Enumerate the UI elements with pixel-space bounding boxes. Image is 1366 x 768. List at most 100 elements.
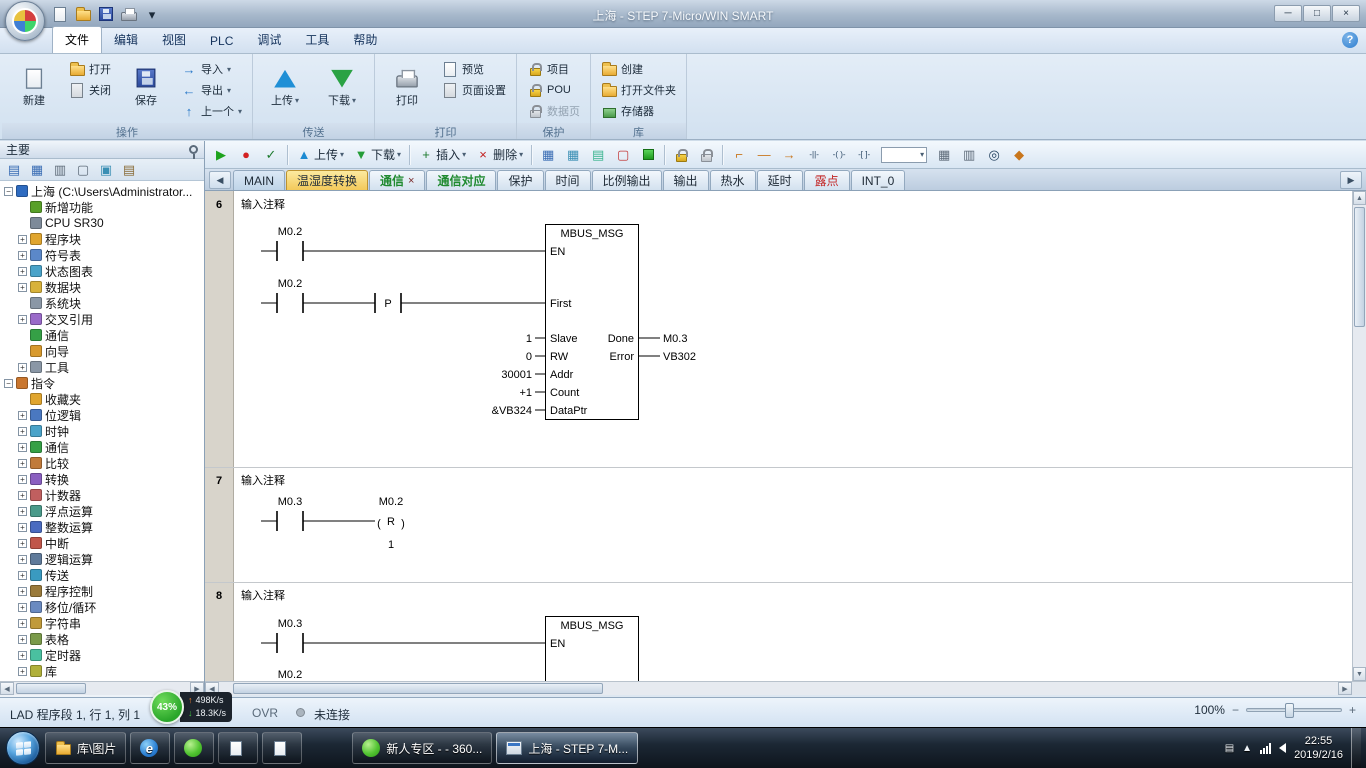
zoom-in-button[interactable]: + [1349, 703, 1356, 717]
tree-item-clock[interactable]: +时钟 [0, 423, 204, 439]
restore-button[interactable]: □ [1303, 5, 1331, 22]
horizontal-scrollbar[interactable]: ◀ ▶ [205, 681, 1366, 695]
tab-comm-mapping[interactable]: 通信对应 [426, 170, 496, 190]
pin-icon[interactable] [189, 145, 198, 154]
step7-window-button[interactable]: 上海 - STEP 7-M... [496, 732, 638, 764]
new-button[interactable]: 新建 [7, 57, 61, 121]
expand-expander-icon[interactable]: + [18, 475, 27, 484]
volume-icon[interactable] [1279, 743, 1286, 753]
nav-view-4-button[interactable]: ▢ [73, 161, 93, 179]
expand-expander-icon[interactable]: + [18, 491, 27, 500]
status-chart-window-button[interactable]: ▤ [586, 145, 610, 165]
tab-hot-water[interactable]: 热水 [710, 170, 756, 190]
vertical-scrollbar[interactable]: ▲ ▼ [1352, 191, 1366, 681]
expand-expander-icon[interactable]: + [18, 443, 27, 452]
expand-expander-icon[interactable]: + [18, 427, 27, 436]
preview-button[interactable]: 预览 [437, 59, 511, 79]
document-2-button[interactable] [262, 732, 302, 764]
delete-button[interactable]: ×删除▾ [471, 144, 527, 165]
expand-expander-icon[interactable]: + [18, 571, 27, 580]
open-library-folder-button[interactable]: 打开文件夹 [596, 80, 681, 100]
nav-view-5-button[interactable]: ▣ [96, 161, 116, 179]
save-button[interactable]: 保存 [119, 57, 173, 121]
clock[interactable]: 22:55 2019/2/16 [1294, 734, 1343, 762]
wire-across-button[interactable]: — [752, 145, 776, 165]
nav-view-3-button[interactable]: ▥ [50, 161, 70, 179]
expand-expander-icon[interactable]: + [18, 411, 27, 420]
download-button[interactable]: 下载▾ [315, 57, 369, 121]
menu-view[interactable]: 视图 [150, 27, 198, 53]
chart-view-button[interactable]: ▥ [957, 145, 981, 165]
project-lock-button[interactable] [669, 145, 693, 165]
tree-scrollbar-thumb[interactable] [16, 683, 86, 694]
scroll-down-icon[interactable]: ▼ [1353, 667, 1366, 681]
hidden-icons-chevron[interactable]: ▲ [1242, 743, 1252, 754]
tree-item-project-root[interactable]: −上海 (C:\Users\Administrator... [0, 183, 204, 199]
tab-time[interactable]: 时间 [545, 170, 591, 190]
contact-m0-3[interactable]: M0.3 [261, 618, 545, 653]
insert-coil-button[interactable]: -( )- [827, 145, 851, 165]
internet-explorer-button[interactable] [130, 732, 170, 764]
expand-expander-icon[interactable]: + [18, 267, 27, 276]
insert-box-button[interactable]: -[ ]- [852, 145, 876, 165]
app-logo[interactable] [5, 1, 45, 41]
collapse-expander-icon[interactable]: − [4, 379, 13, 388]
tree-item-symbol-table[interactable]: +符号表 [0, 247, 204, 263]
export-button[interactable]: ←导出▾ [176, 80, 247, 100]
network-icon[interactable] [1260, 743, 1271, 754]
expand-expander-icon[interactable]: + [18, 507, 27, 516]
tree-item-interrupt[interactable]: +中断 [0, 535, 204, 551]
wire-right-button[interactable]: → [777, 145, 801, 165]
tab-scroll-right-button[interactable]: ▶ [1340, 171, 1362, 189]
tab-communication[interactable]: 通信× [369, 170, 425, 190]
contact-m0-3[interactable]: M0.3 [261, 496, 375, 531]
tree-item-table-ops[interactable]: +表格 [0, 631, 204, 647]
expand-expander-icon[interactable]: + [18, 459, 27, 468]
tree-item-shift-rotate[interactable]: +移位/循环 [0, 599, 204, 615]
nav-view-6-button[interactable]: ▤ [119, 161, 139, 179]
create-library-button[interactable]: 创建 [596, 59, 681, 79]
protect-data-page-button[interactable]: 数据页 [522, 101, 585, 121]
tree-item-move[interactable]: +传送 [0, 567, 204, 583]
close-button[interactable]: × [1332, 5, 1360, 22]
show-desktop-button[interactable] [1351, 728, 1361, 768]
upload-button[interactable]: ▲上传▾ [292, 144, 348, 165]
contact-m0-2-first[interactable]: M0.2 [261, 226, 545, 261]
expand-expander-icon[interactable]: + [18, 539, 27, 548]
tree-item-bit-logic[interactable]: +位逻辑 [0, 407, 204, 423]
tree-item-wizards[interactable]: 向导 [0, 343, 204, 359]
horizontal-scrollbar-thumb[interactable] [233, 683, 603, 694]
zoom-out-button[interactable]: − [1232, 703, 1239, 717]
symbol-table-window-button[interactable]: ▦ [561, 145, 585, 165]
zoom-slider[interactable] [1246, 708, 1342, 712]
expand-expander-icon[interactable]: + [18, 619, 27, 628]
tree-item-convert[interactable]: +转换 [0, 471, 204, 487]
protect-pou-button[interactable]: POU [522, 80, 585, 100]
previous-button[interactable]: ↑上一个▾ [176, 101, 247, 121]
tab-delay[interactable]: 延时 [757, 170, 803, 190]
zoom-slider-thumb[interactable] [1285, 703, 1294, 718]
tree-item-instructions[interactable]: −指令 [0, 375, 204, 391]
minimize-button[interactable]: ─ [1274, 5, 1302, 22]
expand-expander-icon[interactable]: + [18, 555, 27, 564]
insert-button[interactable]: +插入▾ [414, 144, 470, 165]
menu-tools[interactable]: 工具 [293, 27, 341, 53]
tree-item-program-control[interactable]: +程序控制 [0, 583, 204, 599]
expand-expander-icon[interactable]: + [18, 603, 27, 612]
browser-360-button[interactable] [174, 732, 214, 764]
print-button[interactable]: 打印 [380, 57, 434, 121]
scroll-right-icon[interactable]: ▶ [1338, 682, 1352, 695]
tree-item-whats-new[interactable]: 新增功能 [0, 199, 204, 215]
expand-expander-icon[interactable]: + [18, 587, 27, 596]
protect-project-button[interactable]: 项目 [522, 59, 585, 79]
vertical-scrollbar-thumb[interactable] [1354, 207, 1365, 327]
tab-dew-point[interactable]: 露点 [804, 170, 850, 190]
input-indicator-icon[interactable]: ▤ [1225, 743, 1234, 754]
tree-item-string[interactable]: +字符串 [0, 615, 204, 631]
expand-expander-icon[interactable]: + [18, 363, 27, 372]
expand-expander-icon[interactable]: + [18, 235, 27, 244]
tree-item-program-block[interactable]: +程序块 [0, 231, 204, 247]
menu-plc[interactable]: PLC [198, 30, 245, 53]
tree-item-float-math[interactable]: +浮点运算 [0, 503, 204, 519]
tab-temp-humidity[interactable]: 温湿度转换 [286, 170, 368, 190]
